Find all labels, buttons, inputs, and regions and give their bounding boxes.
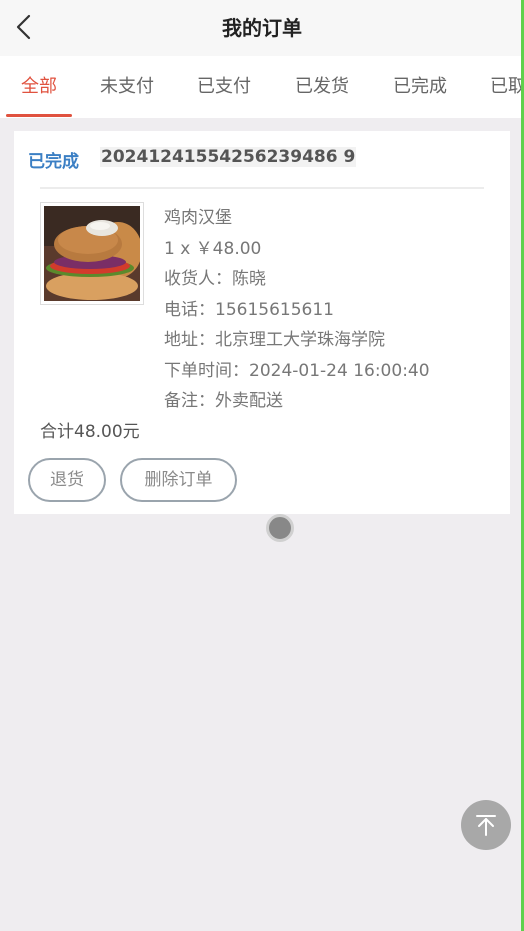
order-status-label: 已完成 <box>28 152 79 172</box>
tab-shipped[interactable]: 已发货 <box>287 56 357 118</box>
loading-indicator <box>266 514 294 542</box>
receiver: 收货人：陈晓 <box>164 269 266 289</box>
active-tab-indicator <box>6 114 72 117</box>
phone: 电话：15615615611 <box>164 299 334 320</box>
product-name: 鸡肉汉堡 <box>164 208 232 228</box>
return-button[interactable]: 退货 <box>28 458 106 502</box>
page-title: 我的订单 <box>222 16 302 40</box>
arrow-up-to-top-icon <box>476 815 496 836</box>
quantity-price: 1 x ￥48.00 <box>164 238 262 259</box>
divider <box>40 187 484 189</box>
tab-completed[interactable]: 已完成 <box>385 56 455 118</box>
tab-paid[interactable]: 已支付 <box>189 56 259 118</box>
product-image <box>40 202 144 305</box>
delete-order-button[interactable]: 删除订单 <box>120 458 237 502</box>
back-to-top-button[interactable] <box>461 800 511 850</box>
header-bar: 我的订单 <box>0 0 524 56</box>
order-status-tabs: 全部 未支付 已支付 已发货 已完成 已取消 <box>0 56 524 118</box>
remark: 备注：外卖配送 <box>164 391 283 411</box>
burger-image <box>44 206 142 301</box>
order-details: 鸡肉汉堡 1 x ￥48.00 收货人：陈晓 电话：15615615611 地址… <box>164 203 430 417</box>
order-number: 20241241554256239486 9 <box>100 147 357 167</box>
order-card: 已完成 20241241554256239486 9 鸡肉汉堡 1 x ￥48.… <box>14 131 510 514</box>
tab-unpaid[interactable]: 未支付 <box>92 56 162 118</box>
address: 地址：北京理工大学珠海学院 <box>164 330 385 350</box>
tab-all[interactable]: 全部 <box>6 56 72 118</box>
order-time: 下单时间：2024-01-24 16:00:40 <box>164 360 430 381</box>
tab-cancelled[interactable]: 已取消 <box>482 56 524 118</box>
order-total: 合计48.00元 <box>40 422 140 442</box>
